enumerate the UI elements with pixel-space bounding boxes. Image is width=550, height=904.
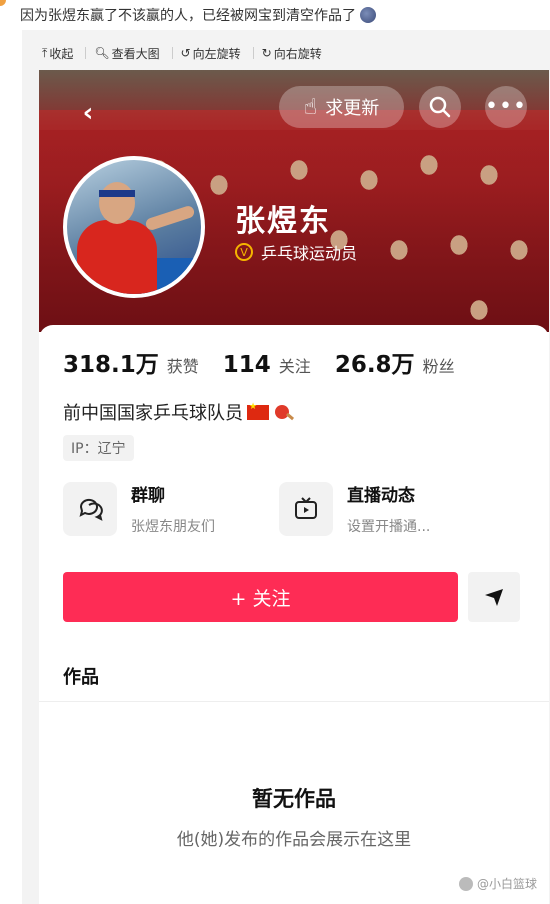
group-chat-title: 群聊 — [131, 486, 165, 506]
verified-tag: V 乒乓球运动员 — [235, 240, 357, 264]
view-large-button[interactable]: 🔍︎ 查看大图 — [94, 45, 159, 62]
rotate-left-label: 向左旋转 — [192, 46, 241, 61]
rotate-left-icon: ↺ — [180, 46, 191, 60]
divider — [39, 701, 549, 702]
collapse-label: 收起 — [49, 46, 74, 61]
verified-label: 乒乓球运动员 — [261, 244, 358, 263]
profile-name: 张煜东 — [235, 204, 331, 239]
profile-bio: 前中国国家乒乓球队员 — [63, 399, 289, 425]
followers-count[interactable]: 26.8万 — [335, 345, 415, 379]
toolbar-divider — [85, 47, 87, 59]
search-button[interactable] — [419, 86, 461, 128]
post-title-bar: 因为张煜东赢了不该赢的人，已经被网宝到清空作品了 — [0, 0, 550, 30]
view-large-label: 查看大图 — [111, 46, 160, 61]
likes-label: 获赞 — [166, 357, 199, 376]
empty-works-subtitle: 他(她)发布的作品会展示在这里 — [176, 830, 412, 850]
search-icon — [429, 96, 451, 118]
rotate-right-icon: ↻ — [261, 46, 272, 60]
watermark-text: @小白篮球 — [476, 877, 537, 891]
profile-screenshot: ‹ ☝ 求更新 ••• 张煜东 V 乒乓球运动员 318.1万 获赞 114 关… — [39, 70, 549, 904]
chevron-left-icon: ‹ — [82, 98, 94, 128]
profile-banner: ‹ ☝ 求更新 ••• 张煜东 V 乒乓球运动员 — [39, 70, 549, 332]
followers-label[interactable]: 粉丝 — [423, 353, 455, 377]
emoji-icon — [360, 7, 376, 23]
user-badge-icon — [0, 0, 6, 6]
ip-location-tag: IP：辽宁 — [63, 435, 134, 461]
ping-pong-paddle-icon — [275, 405, 289, 419]
headband — [99, 190, 135, 197]
player-arm — [144, 204, 196, 232]
follow-button[interactable]: + 关注 — [63, 572, 458, 622]
more-dots-icon: ••• — [485, 94, 527, 119]
china-flag-icon — [247, 402, 269, 420]
pointing-hand-icon: ☝ — [303, 94, 318, 120]
share-button[interactable] — [468, 572, 520, 622]
more-button[interactable]: ••• — [485, 86, 527, 128]
profile-card: 318.1万 获赞 114 关注 26.8万 粉丝 前中国国家乒乓球队员 IP：… — [39, 325, 549, 904]
avatar-photo — [67, 160, 201, 294]
post-title: 因为张煜东赢了不该赢的人，已经被网宝到清空作品了 — [20, 8, 356, 24]
rotate-left-button[interactable]: ↺ 向左旋转 — [181, 45, 241, 62]
zoom-icon: 🔍︎ — [94, 46, 110, 60]
following-count[interactable]: 114 — [223, 352, 271, 378]
live-updates-subtitle: 设置开播通... — [347, 519, 431, 535]
likes-count: 318.1万 — [63, 352, 159, 378]
live-updates-title: 直播动态 — [347, 486, 415, 506]
following-label[interactable]: 关注 — [279, 353, 311, 377]
bio-text: 前中国国家乒乓球队员 — [63, 403, 243, 424]
group-chat-entry[interactable]: 群聊 张煜东朋友们 — [63, 481, 215, 536]
verified-badge-icon: V — [235, 243, 253, 261]
group-chat-icon — [63, 481, 117, 536]
player-body — [77, 220, 157, 294]
back-button[interactable]: ‹ — [73, 98, 103, 128]
player-head — [99, 182, 135, 224]
live-updates-entry[interactable]: 直播动态 设置开播通... — [279, 481, 430, 536]
avatar[interactable] — [63, 156, 205, 298]
request-update-label: 求更新 — [325, 98, 380, 119]
send-icon — [485, 589, 503, 606]
rotate-right-button[interactable]: ↻ 向右旋转 — [262, 45, 322, 62]
watermark: @小白篮球 — [458, 875, 537, 892]
toolbar-divider — [252, 47, 254, 59]
collapse-icon: ⤒ — [42, 45, 48, 60]
rotate-right-label: 向右旋转 — [273, 46, 322, 61]
group-chat-subtitle: 张煜东朋友们 — [131, 519, 215, 535]
works-tab-title[interactable]: 作品 — [63, 663, 99, 689]
image-toolbar: ⤒ 收起 🔍︎ 查看大图 ↺ 向左旋转 ↻ 向右旋转 — [22, 40, 322, 66]
toolbar-divider — [171, 47, 173, 59]
empty-works-title: 暂无作品 — [252, 787, 336, 811]
profile-stats: 318.1万 获赞 114 关注 26.8万 粉丝 — [63, 345, 455, 379]
request-update-button[interactable]: ☝ 求更新 — [279, 86, 404, 128]
collapse-button[interactable]: ⤒ 收起 — [42, 45, 73, 62]
live-tv-icon — [279, 481, 333, 536]
watermark-logo-icon — [458, 876, 473, 891]
